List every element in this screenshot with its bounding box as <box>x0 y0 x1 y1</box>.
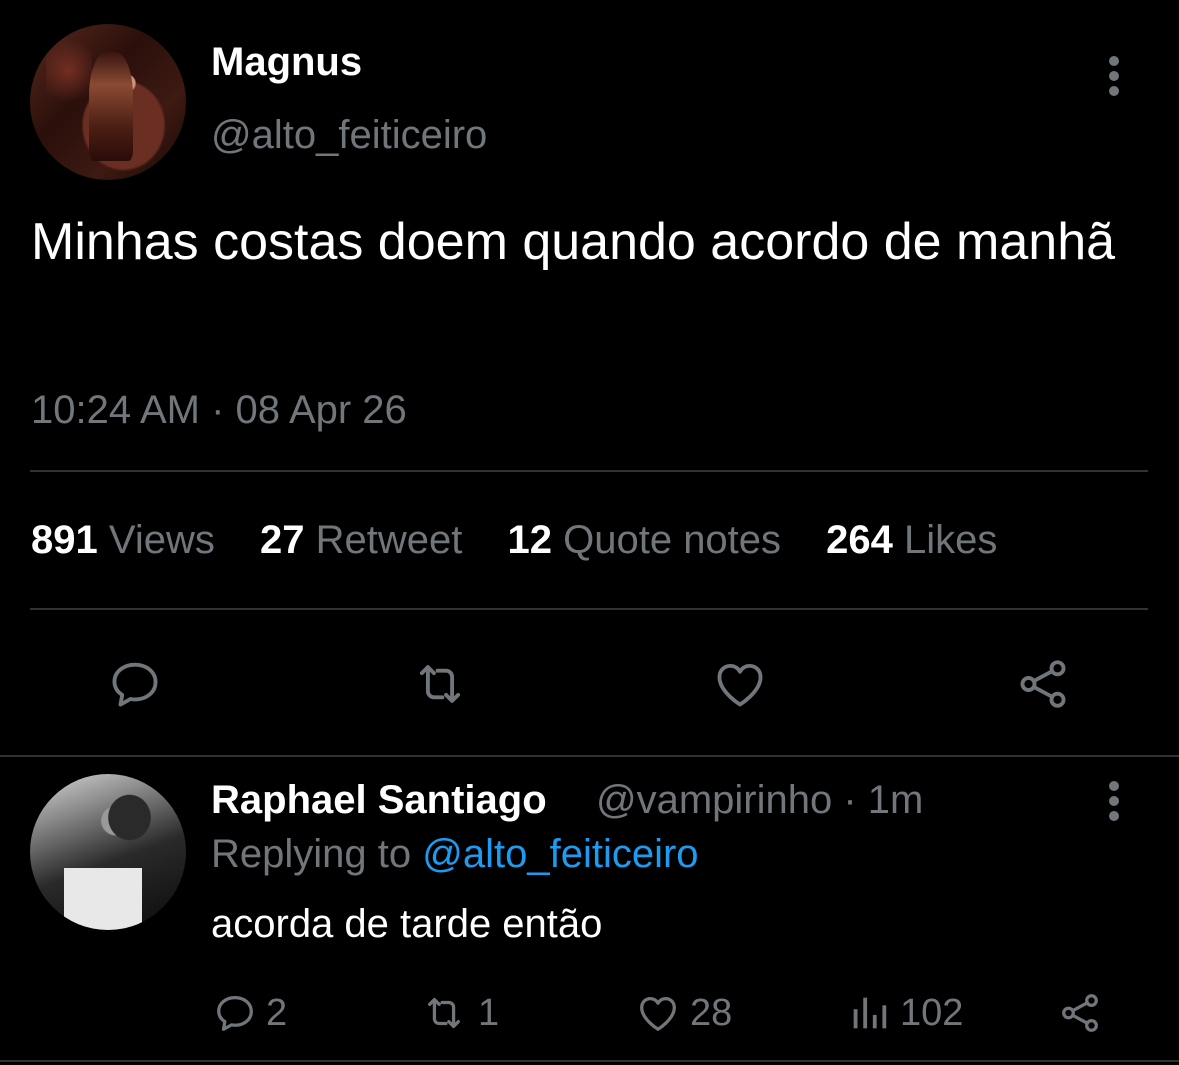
reply-author-avatar[interactable] <box>30 774 186 930</box>
more-options-icon[interactable] <box>1108 56 1120 100</box>
views-small-count: 102 <box>900 991 964 1034</box>
reply-share-button[interactable] <box>1056 990 1112 1036</box>
reply-retweet-button[interactable]: 1 <box>418 990 499 1036</box>
quote-count: 12 <box>507 518 552 562</box>
like-small-icon <box>640 996 676 1031</box>
like-icon[interactable] <box>710 655 770 713</box>
reply-count: 2 <box>266 991 288 1034</box>
views-stat[interactable]: 891 Views <box>31 518 215 563</box>
reply-small-icon <box>217 996 253 1031</box>
like-small-count: 28 <box>690 991 733 1034</box>
reply-more-options-icon[interactable] <box>1108 781 1120 825</box>
replying-prefix: Replying to <box>211 832 412 876</box>
tweet-timestamp[interactable]: 10:24 AM · 08 Apr 26 <box>31 388 407 433</box>
reply-handle-time[interactable]: @vampirinho · 1m <box>596 778 923 823</box>
replying-mention-link[interactable]: @alto_feiticeiro <box>422 832 698 876</box>
share-small-icon <box>1062 994 1098 1032</box>
author-handle[interactable]: @alto_feiticeiro <box>211 113 487 158</box>
share-icon[interactable] <box>1012 655 1074 713</box>
divider <box>0 1060 1179 1062</box>
divider <box>30 608 1148 610</box>
author-name[interactable]: Magnus <box>211 40 362 85</box>
divider <box>30 470 1148 472</box>
retweet-stat[interactable]: 27 Retweet <box>260 518 462 563</box>
views-label: Views <box>108 518 215 562</box>
replying-to: Replying to @alto_feiticeiro <box>211 832 699 877</box>
reply-icon[interactable] <box>105 655 165 713</box>
tweet-stats: 891 Views 27 Retweet 12 Quote notes 264 … <box>31 518 1031 563</box>
retweet-label: Retweet <box>315 518 463 562</box>
likes-label: Likes <box>904 518 998 562</box>
retweet-count: 27 <box>259 518 305 562</box>
retweet-small-count: 1 <box>478 991 500 1034</box>
likes-count: 264 <box>826 518 893 562</box>
views-small-icon <box>853 997 887 1029</box>
reply-like-button[interactable]: 28 <box>634 990 732 1036</box>
divider <box>0 755 1179 757</box>
likes-stat[interactable]: 264 Likes <box>826 518 997 563</box>
retweet-icon[interactable] <box>408 655 472 713</box>
reply-views-button[interactable]: 102 <box>846 990 963 1036</box>
views-count: 891 <box>31 518 98 562</box>
retweet-small-icon <box>427 997 461 1029</box>
author-avatar[interactable] <box>30 24 186 180</box>
tweet-text: Minhas costas doem quando acordo de manh… <box>31 213 1116 271</box>
quote-stat[interactable]: 12 Quote notes <box>507 518 781 563</box>
quote-label: Quote notes <box>563 518 782 562</box>
reply-text: acorda de tarde então <box>211 902 603 946</box>
reply-author-name[interactable]: Raphael Santiago <box>211 778 547 823</box>
reply-reply-button[interactable]: 2 <box>212 990 287 1036</box>
